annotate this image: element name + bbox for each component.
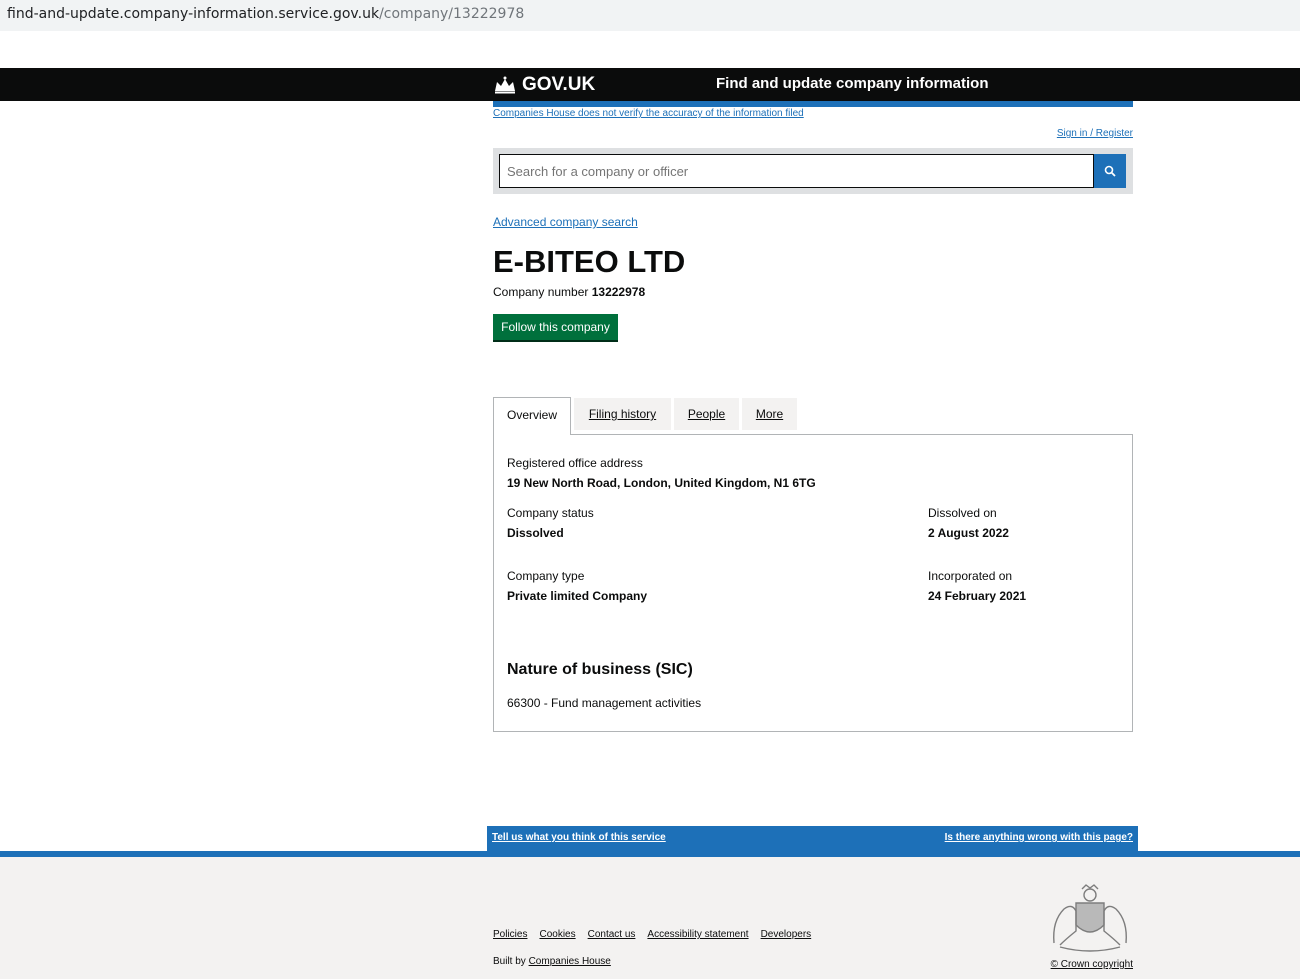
footer-links: Policies Cookies Contact us Accessibilit… <box>493 929 811 940</box>
company-status-value: Dissolved <box>507 526 564 540</box>
dissolved-on-label: Dissolved on <box>928 506 997 520</box>
search-input[interactable] <box>499 154 1094 188</box>
follow-company-button[interactable]: Follow this company <box>493 314 618 342</box>
company-number-value: 13222978 <box>591 285 646 299</box>
company-name: E-BITEO LTD <box>493 244 686 279</box>
feedback-bar: Tell us what you think of this service I… <box>487 826 1138 851</box>
header-blue-bar <box>493 101 1133 107</box>
company-type-value: Private limited Company <box>507 589 648 603</box>
footer: Policies Cookies Contact us Accessibilit… <box>0 857 1300 979</box>
report-problem-link[interactable]: Is there anything wrong with this page? <box>945 832 1133 843</box>
company-number: Company number 13222978 <box>493 285 645 299</box>
footer-link-policies[interactable]: Policies <box>493 929 527 940</box>
browser-url-bar[interactable]: find-and-update.company-information.serv… <box>0 0 1300 31</box>
govuk-logo[interactable]: GOV.UK <box>493 74 595 96</box>
footer-link-contact[interactable]: Contact us <box>588 929 636 940</box>
search-button[interactable] <box>1094 154 1126 188</box>
overview-panel: Registered office address 19 New North R… <box>493 434 1133 732</box>
built-by: Built by Companies House <box>493 956 611 967</box>
incorporated-on-value: 24 February 2021 <box>928 589 1027 603</box>
royal-coat-of-arms-icon <box>1053 884 1127 952</box>
advanced-company-search-link[interactable]: Advanced company search <box>493 215 638 229</box>
url-host: find-and-update.company-information.serv… <box>7 6 380 22</box>
company-status-label: Company status <box>507 506 594 520</box>
footer-link-developers[interactable]: Developers <box>761 929 812 940</box>
tab-filing-history[interactable]: Filing history <box>574 398 671 430</box>
sign-in-register-link[interactable]: Sign in / Register <box>1057 128 1133 139</box>
logo-text: GOV.UK <box>522 74 596 95</box>
search-bar <box>493 148 1133 194</box>
companies-house-link[interactable]: Companies House <box>529 956 611 967</box>
nature-of-business-heading: Nature of business (SIC) <box>507 661 693 678</box>
tab-people[interactable]: People <box>674 398 739 430</box>
built-by-label: Built by <box>493 956 526 967</box>
feedback-survey-link[interactable]: Tell us what you think of this service <box>492 832 666 843</box>
company-type-label: Company type <box>507 569 585 583</box>
registered-office-address: 19 New North Road, London, United Kingdo… <box>507 476 816 490</box>
footer-link-cookies[interactable]: Cookies <box>539 929 575 940</box>
dissolved-on-value: 2 August 2022 <box>928 526 1009 540</box>
footer-link-accessibility[interactable]: Accessibility statement <box>647 929 748 940</box>
govuk-header <box>0 68 1300 101</box>
search-icon <box>1104 165 1116 177</box>
tab-more[interactable]: More <box>742 398 797 430</box>
company-number-label: Company number <box>493 285 589 299</box>
crown-copyright-link[interactable]: © Crown copyright <box>1051 959 1133 970</box>
disclaimer-link[interactable]: Companies House does not verify the accu… <box>493 108 804 119</box>
service-name-link[interactable]: Find and update company information <box>716 75 989 92</box>
incorporated-on-label: Incorporated on <box>928 569 1013 583</box>
registered-office-label: Registered office address <box>507 456 643 470</box>
url-path: /company/13222978 <box>379 6 525 22</box>
crown-icon <box>495 76 515 94</box>
tab-overview[interactable]: Overview <box>493 397 571 435</box>
sic-code-item: 66300 - Fund management activities <box>507 696 702 710</box>
